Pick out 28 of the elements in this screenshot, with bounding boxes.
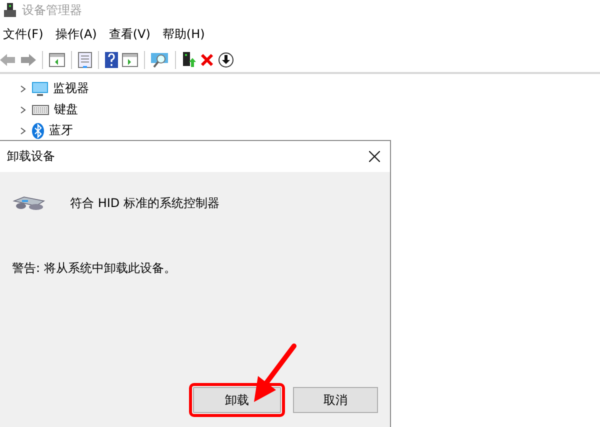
- menu-item[interactable]: 操作(A): [52, 26, 106, 42]
- warning-text: 警告: 将从系统中卸载此设备。: [12, 260, 177, 277]
- keyboard-icon: [32, 104, 49, 114]
- forward-icon[interactable]: [20, 53, 36, 67]
- delete-icon[interactable]: [200, 53, 214, 67]
- menu-item[interactable]: 帮助(H): [159, 26, 214, 42]
- tree-item[interactable]: 键盘: [54, 101, 78, 118]
- tree-item[interactable]: 监视器: [53, 80, 89, 97]
- cancel-button[interactable]: 取消: [293, 387, 378, 413]
- panel-icon[interactable]: [122, 53, 138, 67]
- app-icon: [4, 3, 16, 17]
- help-icon[interactable]: [105, 52, 118, 68]
- monitor-icon: [32, 82, 48, 96]
- update-driver-icon[interactable]: [182, 52, 196, 68]
- device-name: 符合 HID 标准的系统控制器: [70, 194, 220, 212]
- window-title: 设备管理器: [22, 2, 82, 18]
- annotation-arrow: [254, 344, 296, 402]
- menu-item[interactable]: 查看(V): [106, 26, 160, 42]
- properties-icon[interactable]: [78, 52, 92, 68]
- close-icon[interactable]: [369, 151, 380, 162]
- bluetooth-icon: [32, 122, 44, 138]
- download-icon[interactable]: [218, 52, 234, 68]
- scan-icon[interactable]: [151, 52, 169, 68]
- device-icon: [12, 195, 46, 211]
- menu-item[interactable]: 文件(F): [0, 26, 52, 42]
- dialog-title: 卸载设备: [7, 148, 55, 165]
- tree-item[interactable]: 蓝牙: [49, 122, 73, 139]
- panel-icon[interactable]: [49, 53, 65, 67]
